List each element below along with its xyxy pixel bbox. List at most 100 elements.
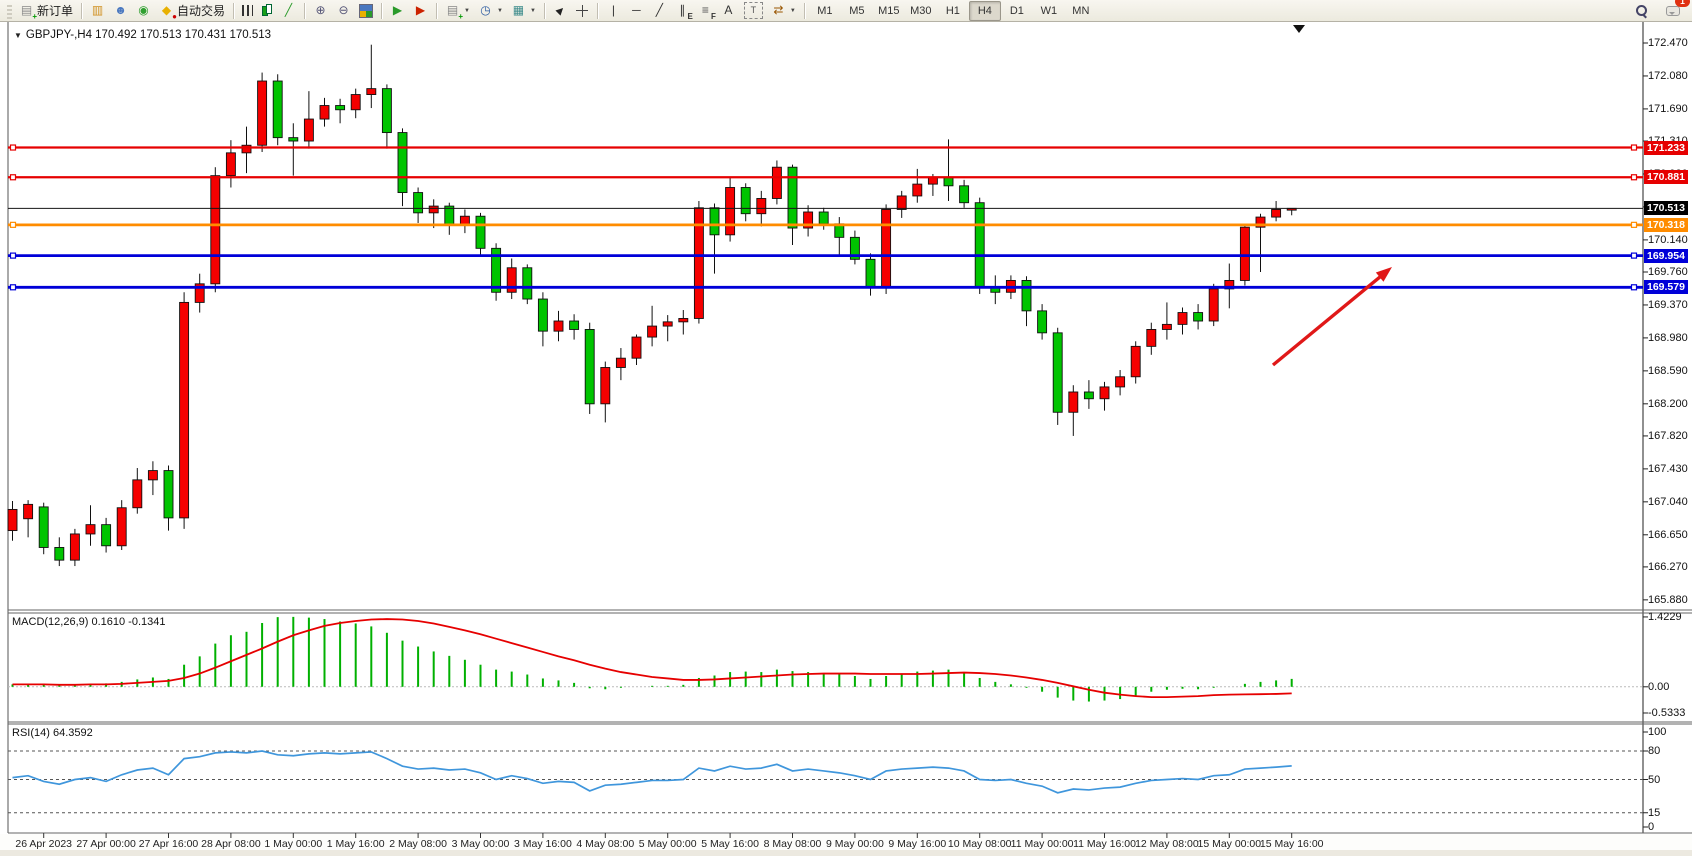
bear-candle [819, 212, 828, 224]
chevron-down-icon[interactable]: ▼ [790, 8, 796, 14]
tile-windows-button[interactable] [355, 1, 377, 21]
shapes-button[interactable]: ⇄▼ [767, 1, 800, 21]
price-tick-label: 172.080 [1648, 70, 1688, 82]
timeframe-m1-button[interactable]: M1 [809, 1, 841, 21]
bear-candle [866, 259, 875, 287]
text-button[interactable]: A [717, 1, 740, 21]
periods-button[interactable]: ◷▼ [474, 1, 507, 21]
chat-button[interactable]: 1 [1662, 1, 1684, 21]
tile-windows-icon [359, 4, 373, 18]
fibonacci-button[interactable]: ≡F [694, 1, 717, 21]
time-axis-label: 26 Apr 2023 [15, 838, 72, 850]
chevron-down-icon[interactable]: ▼ [530, 8, 536, 14]
chart-title-text: GBPJPY-,H4 170.492 170.513 170.431 170.5… [26, 29, 271, 41]
macd-tick-label: 0.00 [1648, 681, 1669, 693]
price-tick-label: 168.200 [1648, 398, 1688, 410]
crosshair-icon [576, 4, 589, 17]
bull-candle [367, 89, 376, 95]
cursor-button[interactable]: ► [549, 1, 572, 21]
price-tick-label: 168.590 [1648, 365, 1688, 377]
timeframe-w1-button[interactable]: W1 [1033, 1, 1065, 21]
hline-anchor [11, 285, 16, 290]
equidistant-channel-button[interactable]: ∥E [671, 1, 694, 21]
bear-candle [102, 525, 111, 546]
toolbar-grip [7, 3, 12, 19]
candlestick-chart-button[interactable] [257, 1, 277, 21]
time-axis-label: 9 May 00:00 [826, 838, 884, 850]
new-order-button[interactable]: ▤+新订单 [15, 1, 77, 21]
bear-candle [289, 138, 298, 141]
chevron-down-icon[interactable]: ▼ [464, 8, 470, 14]
time-axis-label: 15 May 00:00 [1197, 838, 1261, 850]
bull-candle [1272, 209, 1281, 217]
chat-unread-badge: 1 [1675, 0, 1690, 7]
chart-background [0, 22, 1692, 834]
price-badge-support-2: 169.579 [1644, 280, 1688, 294]
bull-candle [1240, 227, 1249, 280]
signals-button[interactable]: ◉ [132, 1, 155, 21]
bear-candle [1053, 333, 1062, 412]
price-tick-label: 169.760 [1648, 266, 1688, 278]
price-tick-label: 170.140 [1648, 234, 1688, 246]
hline-anchor [1632, 285, 1637, 290]
trendline-button[interactable]: ╱ [648, 1, 671, 21]
navigator-button[interactable]: ☻ [109, 1, 132, 21]
bear-candle [960, 186, 969, 203]
auto-scroll-button[interactable]: ▶ [386, 1, 409, 21]
zoom-out-button[interactable]: ⊖ [332, 1, 355, 21]
vertical-line-icon: | [606, 3, 621, 18]
line-chart-icon: ╱ [281, 3, 296, 18]
bull-candle [1162, 324, 1171, 329]
hline-anchor [1632, 222, 1637, 227]
timeframe-h1-button[interactable]: H1 [937, 1, 969, 21]
time-axis-label: 15 May 16:00 [1260, 838, 1324, 850]
timeframe-m30-button[interactable]: M30 [905, 1, 937, 21]
zoom-in-button[interactable]: ⊕ [309, 1, 332, 21]
bull-candle [148, 471, 157, 480]
bull-candle [86, 525, 95, 534]
bull-candle [554, 321, 563, 331]
bull-candle [242, 145, 251, 153]
horizontal-line-button[interactable]: ─ [625, 1, 648, 21]
market-watch-button[interactable]: ▥ [86, 1, 109, 21]
market-watch-icon: ▥ [90, 3, 105, 18]
timeframe-h4-button[interactable]: H4 [969, 1, 1001, 21]
time-axis-label: 5 May 00:00 [639, 838, 697, 850]
bar-chart-button[interactable] [238, 1, 257, 21]
rsi-tick-label: 80 [1648, 745, 1660, 757]
timeframe-m15-button[interactable]: M15 [873, 1, 905, 21]
bull-candle [24, 504, 33, 518]
time-axis-label: 12 May 08:00 [1135, 838, 1199, 850]
mt4-window: ▤+新订单▥☻◉◆●自动交易╱⊕⊖▶▶▤+▼◷▼▦▼►|─╱∥E≡FAT⇄▼M1… [0, 0, 1692, 856]
time-axis-label: 10 May 08:00 [948, 838, 1012, 850]
price-tick-label: 167.430 [1648, 463, 1688, 475]
text-label-button[interactable]: T [740, 1, 767, 21]
price-tick-label: 169.370 [1648, 299, 1688, 311]
horizontal-line-icon: ─ [629, 3, 644, 18]
chevron-down-icon[interactable]: ▼ [497, 8, 503, 14]
bull-candle [1178, 313, 1187, 325]
time-axis-label: 27 Apr 00:00 [76, 838, 136, 850]
collapse-icon[interactable]: ▼ [14, 31, 22, 40]
timeframe-d1-button[interactable]: D1 [1001, 1, 1033, 21]
time-axis-label: 27 Apr 16:00 [139, 838, 199, 850]
text-label-icon: T [744, 2, 763, 19]
auto-trading-button-label: 自动交易 [177, 2, 225, 19]
toolbar-separator [304, 3, 305, 19]
chart-title[interactable]: ▼ GBPJPY-,H4 170.492 170.513 170.431 170… [14, 29, 271, 41]
timeframe-m5-button[interactable]: M5 [841, 1, 873, 21]
indicators-button[interactable]: ▤+▼ [441, 1, 474, 21]
bull-candle [1069, 392, 1078, 412]
templates-button[interactable]: ▦▼ [507, 1, 540, 21]
crosshair-button[interactable] [572, 1, 593, 21]
price-tick-label: 171.690 [1648, 103, 1688, 115]
rsi-label: RSI(14) 64.3592 [12, 727, 93, 739]
chart-canvas[interactable] [0, 0, 1692, 856]
vertical-line-button[interactable]: | [602, 1, 625, 21]
timeframe-mn-button[interactable]: MN [1065, 1, 1097, 21]
chart-shift-button[interactable]: ▶ [409, 1, 432, 21]
search-button[interactable] [1631, 1, 1652, 21]
auto-trading-button[interactable]: ◆●自动交易 [155, 1, 229, 21]
bull-candle [1209, 289, 1218, 321]
line-chart-button[interactable]: ╱ [277, 1, 300, 21]
